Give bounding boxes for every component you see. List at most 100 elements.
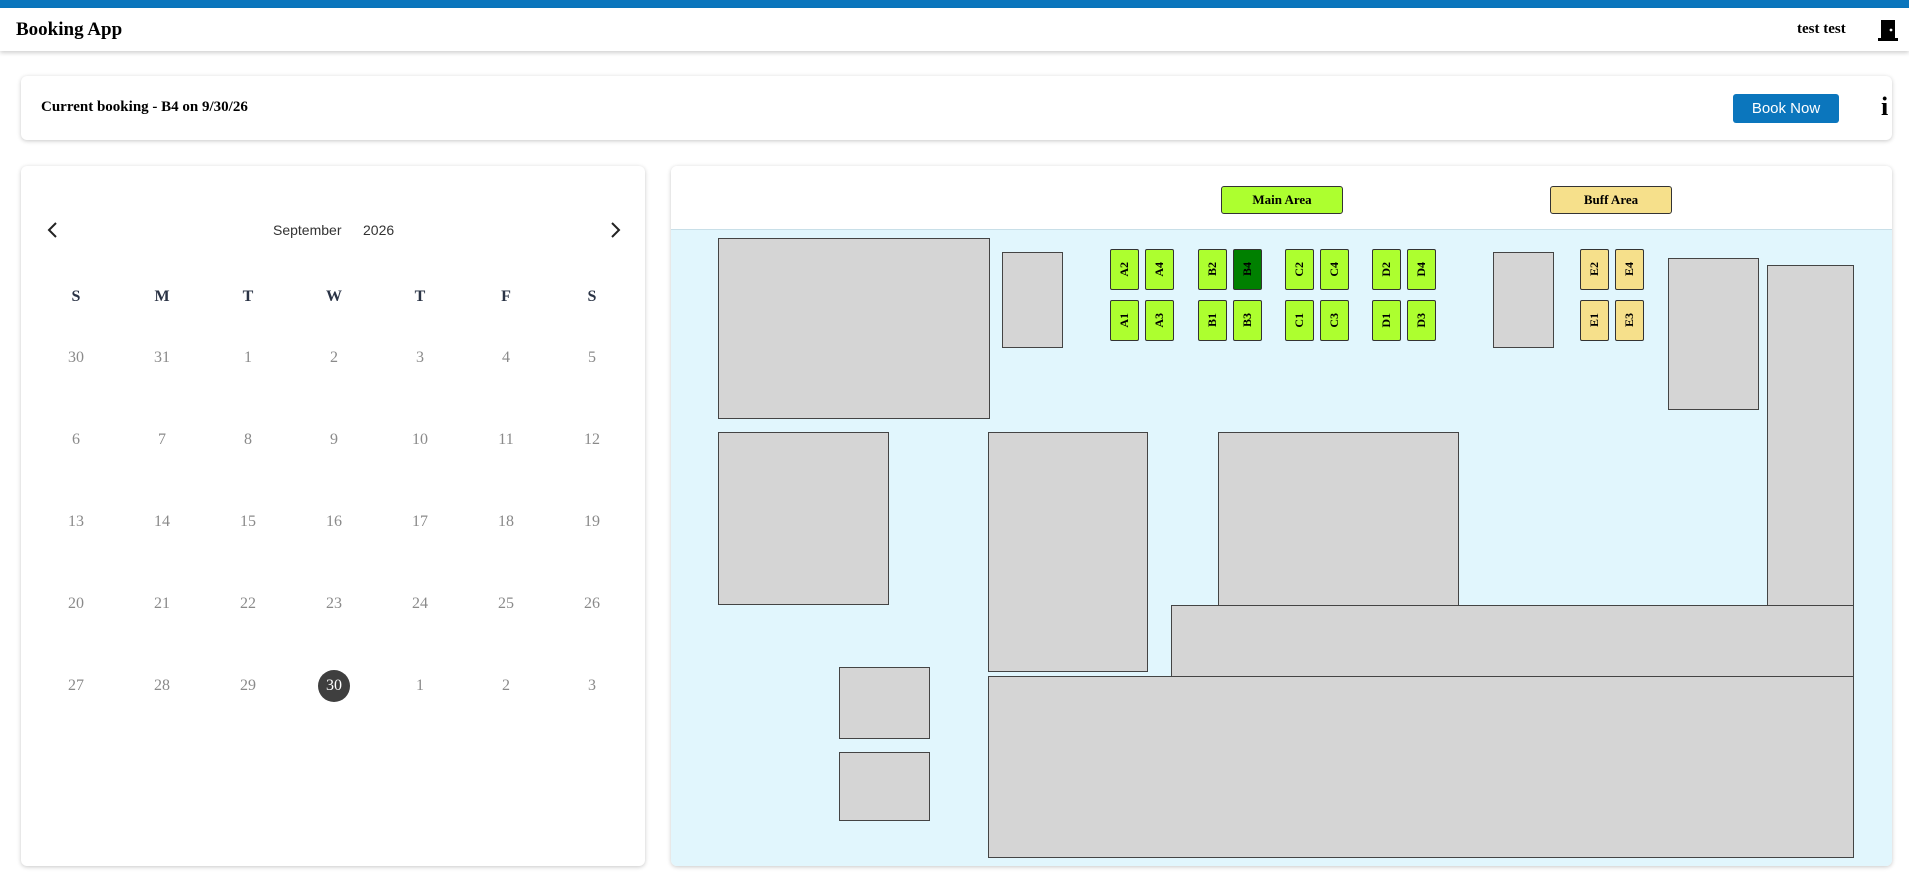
- calendar-day[interactable]: 1: [377, 670, 463, 752]
- calendar-day[interactable]: 10: [377, 424, 463, 506]
- day-number[interactable]: 11: [490, 424, 522, 456]
- calendar-day[interactable]: 27: [33, 670, 119, 752]
- day-number[interactable]: 4: [490, 342, 522, 374]
- desk-b3[interactable]: B3: [1233, 300, 1262, 341]
- desk-c4[interactable]: C4: [1320, 249, 1349, 290]
- door-exit-icon[interactable]: [1878, 19, 1898, 41]
- day-number[interactable]: 20: [60, 588, 92, 620]
- calendar-day[interactable]: 19: [549, 506, 635, 588]
- day-number[interactable]: 9: [318, 424, 350, 456]
- day-number[interactable]: 16: [318, 506, 350, 538]
- day-number[interactable]: 25: [490, 588, 522, 620]
- day-number[interactable]: 30: [318, 670, 350, 702]
- calendar-day[interactable]: 16: [291, 506, 377, 588]
- day-number[interactable]: 30: [60, 342, 92, 374]
- month-label[interactable]: September: [273, 222, 341, 238]
- day-number[interactable]: 13: [60, 506, 92, 538]
- desk-a3[interactable]: A3: [1145, 300, 1174, 341]
- desk-b1[interactable]: B1: [1198, 300, 1227, 341]
- desk-b4-booked[interactable]: B4: [1233, 249, 1262, 290]
- calendar-day[interactable]: 12: [549, 424, 635, 506]
- desk-e1[interactable]: E1: [1580, 300, 1609, 341]
- calendar-day[interactable]: 2: [291, 342, 377, 424]
- calendar-day[interactable]: 23: [291, 588, 377, 670]
- year-label[interactable]: 2026: [363, 222, 394, 238]
- calendar-day[interactable]: 30: [33, 342, 119, 424]
- calendar-day[interactable]: 28: [119, 670, 205, 752]
- book-now-button[interactable]: Book Now: [1733, 94, 1839, 123]
- day-number[interactable]: 1: [232, 342, 264, 374]
- calendar-day[interactable]: 20: [33, 588, 119, 670]
- day-number[interactable]: 3: [404, 342, 436, 374]
- day-number[interactable]: 31: [146, 342, 178, 374]
- desk-b2[interactable]: B2: [1198, 249, 1227, 290]
- calendar-day[interactable]: 14: [119, 506, 205, 588]
- day-number[interactable]: 5: [576, 342, 608, 374]
- calendar-day[interactable]: 18: [463, 506, 549, 588]
- day-number[interactable]: 6: [60, 424, 92, 456]
- desk-d1[interactable]: D1: [1372, 300, 1401, 341]
- calendar-day[interactable]: 17: [377, 506, 463, 588]
- desk-c1[interactable]: C1: [1285, 300, 1314, 341]
- desk-d3[interactable]: D3: [1407, 300, 1436, 341]
- day-number[interactable]: 18: [490, 506, 522, 538]
- calendar-day[interactable]: 25: [463, 588, 549, 670]
- desk-label: E4: [1622, 262, 1636, 277]
- calendar-day-selected[interactable]: 30: [291, 670, 377, 752]
- calendar-day[interactable]: 13: [33, 506, 119, 588]
- weekday-label: S: [587, 288, 597, 305]
- calendar-day[interactable]: 26: [549, 588, 635, 670]
- desk-c2[interactable]: C2: [1285, 249, 1314, 290]
- day-number[interactable]: 22: [232, 588, 264, 620]
- day-number[interactable]: 2: [318, 342, 350, 374]
- day-number[interactable]: 8: [232, 424, 264, 456]
- desk-d2[interactable]: D2: [1372, 249, 1401, 290]
- desk-c3[interactable]: C3: [1320, 300, 1349, 341]
- desk-e4[interactable]: E4: [1615, 249, 1644, 290]
- calendar-day[interactable]: 8: [205, 424, 291, 506]
- day-number[interactable]: 3: [576, 670, 608, 702]
- calendar-day[interactable]: 3: [377, 342, 463, 424]
- desk-a4[interactable]: A4: [1145, 249, 1174, 290]
- calendar-day[interactable]: 29: [205, 670, 291, 752]
- day-number[interactable]: 29: [232, 670, 264, 702]
- day-number[interactable]: 2: [490, 670, 522, 702]
- day-number[interactable]: 26: [576, 588, 608, 620]
- calendar-day[interactable]: 11: [463, 424, 549, 506]
- day-number[interactable]: 10: [404, 424, 436, 456]
- day-number[interactable]: 28: [146, 670, 178, 702]
- day-number[interactable]: 12: [576, 424, 608, 456]
- day-number[interactable]: 7: [146, 424, 178, 456]
- calendar-day[interactable]: 5: [549, 342, 635, 424]
- desk-label: A2: [1117, 262, 1131, 277]
- day-number[interactable]: 27: [60, 670, 92, 702]
- day-number[interactable]: 1: [404, 670, 436, 702]
- desk-d4[interactable]: D4: [1407, 249, 1436, 290]
- desk-a1[interactable]: A1: [1110, 300, 1139, 341]
- day-number[interactable]: 15: [232, 506, 264, 538]
- calendar-day[interactable]: 6: [33, 424, 119, 506]
- day-number[interactable]: 17: [404, 506, 436, 538]
- day-number[interactable]: 14: [146, 506, 178, 538]
- calendar-day[interactable]: 21: [119, 588, 205, 670]
- calendar-day[interactable]: 7: [119, 424, 205, 506]
- day-number[interactable]: 21: [146, 588, 178, 620]
- day-number[interactable]: 23: [318, 588, 350, 620]
- calendar-day[interactable]: 22: [205, 588, 291, 670]
- calendar-day[interactable]: 2: [463, 670, 549, 752]
- calendar-day[interactable]: 1: [205, 342, 291, 424]
- chevron-right-icon[interactable]: [603, 218, 627, 242]
- info-icon[interactable]: i: [1881, 94, 1888, 120]
- calendar-day[interactable]: 9: [291, 424, 377, 506]
- calendar-day[interactable]: 31: [119, 342, 205, 424]
- calendar-day[interactable]: 3: [549, 670, 635, 752]
- day-number[interactable]: 19: [576, 506, 608, 538]
- desk-a2[interactable]: A2: [1110, 249, 1139, 290]
- desk-e3[interactable]: E3: [1615, 300, 1644, 341]
- desk-e2[interactable]: E2: [1580, 249, 1609, 290]
- calendar-day[interactable]: 15: [205, 506, 291, 588]
- chevron-left-icon[interactable]: [41, 218, 65, 242]
- calendar-day[interactable]: 24: [377, 588, 463, 670]
- day-number[interactable]: 24: [404, 588, 436, 620]
- calendar-day[interactable]: 4: [463, 342, 549, 424]
